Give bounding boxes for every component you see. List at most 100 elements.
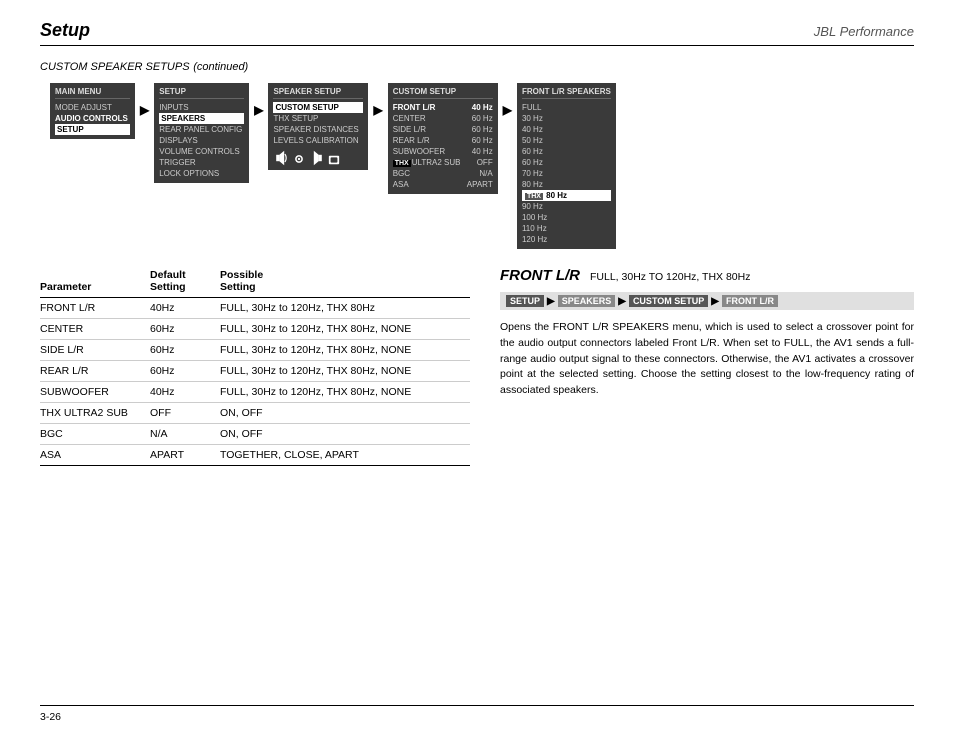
speaker-icon-4 xyxy=(328,154,340,166)
front-lr-thx-80hz: THX 80 Hz xyxy=(522,190,611,201)
front-lr-110hz: 110 Hz xyxy=(522,223,611,234)
setup-menu-title: SETUP xyxy=(159,87,244,99)
section-heading: CUSTOM SPEAKER SETUPS (continued) xyxy=(40,58,914,73)
cell-possible: FULL, 30Hz to 120Hz, THX 80Hz xyxy=(220,298,470,319)
front-lr-70hz: 70 Hz xyxy=(522,168,611,179)
custom-row-rear: REAR L/R 60 Hz xyxy=(393,135,493,146)
setup-menu-box: SETUP INPUTS SPEAKERS REAR PANEL CONFIG … xyxy=(154,83,249,183)
table-row: FRONT L/R 40Hz FULL, 30Hz to 120Hz, THX … xyxy=(40,298,470,319)
arrow-3: ▶ xyxy=(370,103,385,117)
setup-item-inputs: INPUTS xyxy=(159,102,244,113)
page-footer: 3-26 xyxy=(40,705,914,723)
speaker-setup-custom: CUSTOM SETUP xyxy=(273,102,363,113)
cell-possible: FULL, 30Hz to 120Hz, THX 80Hz, NONE xyxy=(220,340,470,361)
page-number: 3-26 xyxy=(40,711,61,723)
custom-row-front: FRONT L/R 40 Hz xyxy=(393,102,493,113)
speaker-setup-title: SPEAKER SETUP xyxy=(273,87,363,99)
table-row: REAR L/R 60Hz FULL, 30Hz to 120Hz, THX 8… xyxy=(40,361,470,382)
speaker-icons xyxy=(273,150,363,166)
breadcrumb-front-lr: FRONT L/R xyxy=(722,295,778,307)
front-lr-100hz: 100 Hz xyxy=(522,212,611,223)
arrow-2: ▶ xyxy=(251,103,266,117)
front-lr-speakers-title: FRONT L/R SPEAKERS xyxy=(522,87,611,99)
table-section: Parameter DefaultSetting PossibleSetting… xyxy=(40,267,470,466)
main-menu-item-mode: MODE ADJUST xyxy=(55,102,130,113)
setup-item-speakers: SPEAKERS xyxy=(159,113,244,124)
col-header-default: DefaultSetting xyxy=(150,267,220,298)
col-header-param: Parameter xyxy=(40,267,150,298)
cell-param: CENTER xyxy=(40,319,150,340)
speaker-setup-levels: LEVELS CALIBRATION xyxy=(273,135,363,146)
front-lr-subtitle: FULL, 30Hz TO 120Hz, THX 80Hz xyxy=(590,271,750,283)
main-menu-box: MAIN MENU MODE ADJUST AUDIO CONTROLS SET… xyxy=(50,83,135,139)
cell-default: APART xyxy=(150,445,220,466)
cell-default: OFF xyxy=(150,403,220,424)
cell-default: N/A xyxy=(150,424,220,445)
setup-item-trigger: TRIGGER xyxy=(159,157,244,168)
breadcrumb-setup: SETUP xyxy=(506,295,544,307)
cell-default: 60Hz xyxy=(150,319,220,340)
parameters-table: Parameter DefaultSetting PossibleSetting… xyxy=(40,267,470,466)
speaker-icon-3 xyxy=(309,150,325,166)
col-header-possible: PossibleSetting xyxy=(220,267,470,298)
cell-param: SIDE L/R xyxy=(40,340,150,361)
setup-item-lock: LOCK OPTIONS xyxy=(159,168,244,179)
table-row: SIDE L/R 60Hz FULL, 30Hz to 120Hz, THX 8… xyxy=(40,340,470,361)
table-row: SUBWOOFER 40Hz FULL, 30Hz to 120Hz, THX … xyxy=(40,382,470,403)
page-header: Setup JBL Performance xyxy=(40,20,914,46)
table-row: THX ULTRA2 SUB OFF ON, OFF xyxy=(40,403,470,424)
main-menu-item-audio: AUDIO CONTROLS xyxy=(55,113,130,124)
front-lr-60hz-1: 60 Hz xyxy=(522,146,611,157)
cell-param: SUBWOOFER xyxy=(40,382,150,403)
cell-possible: FULL, 30Hz to 120Hz, THX 80Hz, NONE xyxy=(220,382,470,403)
breadcrumb-arrow-3: ▶ xyxy=(711,296,719,307)
right-section: FRONT L/R FULL, 30Hz TO 120Hz, THX 80Hz … xyxy=(500,267,914,466)
speaker-icon-1 xyxy=(273,150,289,166)
table-row: BGC N/A ON, OFF xyxy=(40,424,470,445)
setup-item-rear: REAR PANEL CONFIG xyxy=(159,124,244,135)
speaker-setup-distances: SPEAKER DISTANCES xyxy=(273,124,363,135)
cell-param: REAR L/R xyxy=(40,361,150,382)
front-lr-title: FRONT L/R xyxy=(500,267,580,284)
setup-item-volume: VOLUME CONTROLS xyxy=(159,146,244,157)
cell-default: 60Hz xyxy=(150,361,220,382)
breadcrumb-arrow-1: ▶ xyxy=(547,296,555,307)
custom-row-side: SIDE L/R 60 Hz xyxy=(393,124,493,135)
breadcrumb: SETUP ▶ SPEAKERS ▶ CUSTOM SETUP ▶ FRONT … xyxy=(500,292,914,310)
cell-default: 40Hz xyxy=(150,298,220,319)
arrow-4: ▶ xyxy=(500,103,515,117)
description-text: Opens the FRONT L/R SPEAKERS menu, which… xyxy=(500,320,914,399)
front-lr-40hz: 40 Hz xyxy=(522,124,611,135)
cell-param: ASA xyxy=(40,445,150,466)
speaker-setup-box: SPEAKER SETUP CUSTOM SETUP THX SETUP SPE… xyxy=(268,83,368,170)
front-lr-full: FULL xyxy=(522,102,611,113)
custom-row-asa: ASA APART xyxy=(393,179,493,190)
cell-possible: ON, OFF xyxy=(220,403,470,424)
setup-item-displays: DISPLAYS xyxy=(159,135,244,146)
speaker-icon-2 xyxy=(292,152,306,166)
diagram-area: MAIN MENU MODE ADJUST AUDIO CONTROLS SET… xyxy=(50,83,914,249)
header-title-right: JBL Performance xyxy=(814,24,914,39)
cell-param: THX ULTRA2 SUB xyxy=(40,403,150,424)
front-lr-speakers-box: FRONT L/R SPEAKERS FULL 30 Hz 40 Hz 50 H… xyxy=(517,83,616,249)
main-menu-title: MAIN MENU xyxy=(55,87,130,99)
custom-row-subwoofer: SUBWOOFER 40 Hz xyxy=(393,146,493,157)
header-title-left: Setup xyxy=(40,20,90,41)
table-row: CENTER 60Hz FULL, 30Hz to 120Hz, THX 80H… xyxy=(40,319,470,340)
front-lr-90hz: 90 Hz xyxy=(522,201,611,212)
custom-setup-title: CUSTOM SETUP xyxy=(393,87,493,99)
cell-possible: ON, OFF xyxy=(220,424,470,445)
speaker-setup-thx: THX SETUP xyxy=(273,113,363,124)
front-lr-heading: FRONT L/R FULL, 30Hz TO 120Hz, THX 80Hz xyxy=(500,267,914,284)
cell-default: 40Hz xyxy=(150,382,220,403)
breadcrumb-speakers: SPEAKERS xyxy=(558,295,616,307)
cell-possible: TOGETHER, CLOSE, APART xyxy=(220,445,470,466)
main-menu-item-setup: SETUP xyxy=(55,124,130,135)
custom-row-bgc: BGC N/A xyxy=(393,168,493,179)
breadcrumb-arrow-2: ▶ xyxy=(618,296,626,307)
front-lr-50hz: 50 Hz xyxy=(522,135,611,146)
table-row: ASA APART TOGETHER, CLOSE, APART xyxy=(40,445,470,466)
front-lr-120hz: 120 Hz xyxy=(522,234,611,245)
front-lr-80hz: 80 Hz xyxy=(522,179,611,190)
page: Setup JBL Performance CUSTOM SPEAKER SET… xyxy=(0,0,954,738)
